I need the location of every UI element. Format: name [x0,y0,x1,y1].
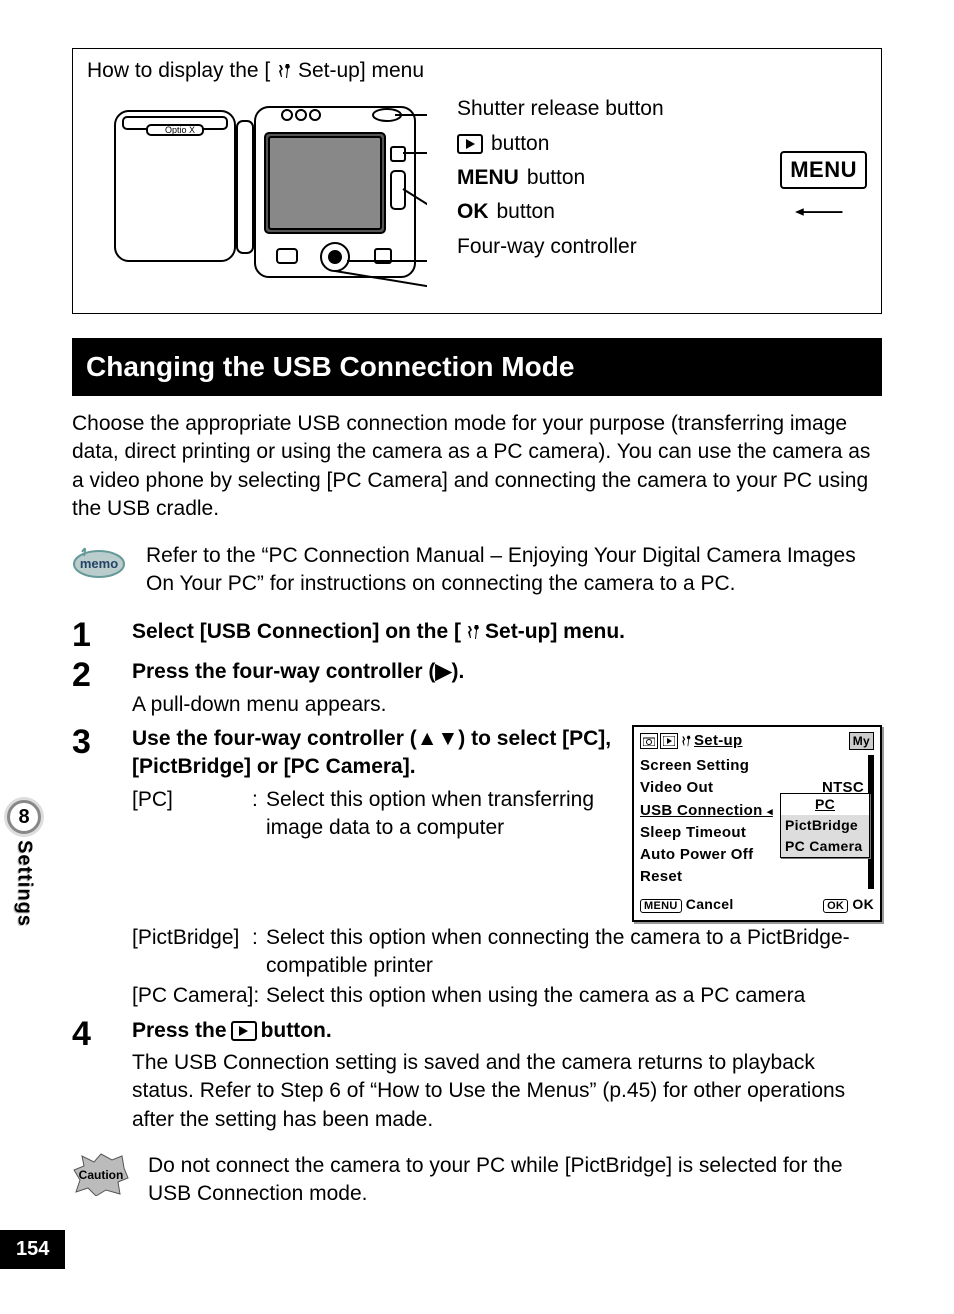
footer-cancel: Cancel [686,896,734,912]
play-icon [457,134,483,154]
screen-my-chip: My [849,732,874,750]
usb-dropdown: PC PictBridge PC Camera [780,793,870,858]
page-number: 154 [0,1230,65,1269]
step-4: 4 Press the button. The USB Connection s… [72,1017,882,1134]
step-2-title: Press the four-way controller (▶). [132,658,882,686]
play-icon [231,1021,257,1041]
step-4-title: Press the button. [132,1017,882,1045]
dropdown-option-pictbridge: PictBridge [781,815,869,836]
menu-item-auto-power-off: Auto Power Off [640,845,753,865]
menu-chip-large: MENU [780,151,867,217]
tab-play-icon [660,733,678,749]
label-fourway: Four-way controller [457,233,867,261]
menu-item-sleep-timeout: Sleep Timeout [640,823,746,843]
diagram-title-prefix: How to display the [ [87,59,270,82]
menu-item-usb-connection: USB Connection ◂ [640,801,773,821]
step-number: 4 [72,1017,108,1051]
screen-title: Set-up [694,731,742,751]
svg-text:Optio X: Optio X [165,125,195,135]
step-2-subtext: A pull-down menu appears. [132,691,882,719]
setup-tools-icon [270,59,298,82]
arrow-icon [780,207,860,217]
menu-item-screen-setting: Screen Setting [640,756,749,776]
how-to-display-diagram: How to display the [ Set-up] menu [72,48,882,314]
memo-text: Refer to the “PC Connection Manual – Enj… [146,542,882,599]
step-1: 1 Select [USB Connection] on the [ Set-u… [72,618,882,652]
svg-text:memo: memo [80,556,118,571]
menu-item-reset: Reset [640,867,682,887]
step-3-title: Use the four-way controller (▲▼) to sele… [132,725,614,782]
def-pictbridge: [PictBridge]: Select this option when co… [132,924,882,981]
step-list: 1 Select [USB Connection] on the [ Set-u… [72,618,882,1134]
caution-callout: Caution Do not connect the camera to you… [72,1152,882,1209]
setup-tools-icon [465,624,481,640]
def-pc-camera: [PC Camera]: Select this option when usi… [132,982,882,1010]
footer-ok: OK [852,896,874,912]
step-1-title: Select [USB Connection] on the [ Set-up]… [132,618,882,646]
dropdown-option-pc-camera: PC Camera [781,836,869,857]
screen-menu-list: Screen Setting Video OutNTSC USB Connect… [640,755,874,889]
menu-chip-icon: MENU [640,899,682,913]
def-pc: [PC]: Select this option when transferri… [132,786,614,843]
step-number: 1 [72,618,108,652]
step-2: 2 Press the four-way controller (▶). A p… [72,658,882,719]
step-number: 2 [72,658,108,692]
memo-icon: memo [72,542,126,580]
dropdown-option-pc: PC [781,794,869,815]
diagram-title: How to display the [ Set-up] menu [87,57,867,85]
step-3: 3 Use the four-way controller (▲▼) to se… [72,725,882,1011]
menu-item-video-out: Video Out [640,778,713,798]
ok-chip-icon: OK [823,899,848,913]
step-number: 3 [72,725,108,759]
svg-text:Caution: Caution [79,1168,124,1182]
step-4-subtext: The USB Connection setting is saved and … [132,1049,882,1134]
tab-camera-icon [640,733,658,749]
chapter-label: Settings [11,840,38,927]
caution-icon: Caution [72,1152,130,1196]
camera-illustration: Optio X [87,93,427,293]
intro-paragraph: Choose the appropriate USB connection mo… [72,410,882,523]
chapter-side-tab: 8 Settings [0,800,48,927]
tab-setup-icon [680,735,692,747]
section-heading: Changing the USB Connection Mode [72,338,882,396]
setup-menu-screenshot: Set-up My Screen Setting Video OutNTSC U… [632,725,882,922]
diagram-title-suffix: Set-up] menu [298,59,424,82]
caution-text: Do not connect the camera to your PC whi… [148,1152,882,1209]
memo-callout: memo Refer to the “PC Connection Manual … [72,542,882,599]
label-shutter-release: Shutter release button [457,95,867,123]
screen-footer: MENU Cancel OK OK [640,895,874,914]
chapter-number-badge: 8 [7,800,41,834]
